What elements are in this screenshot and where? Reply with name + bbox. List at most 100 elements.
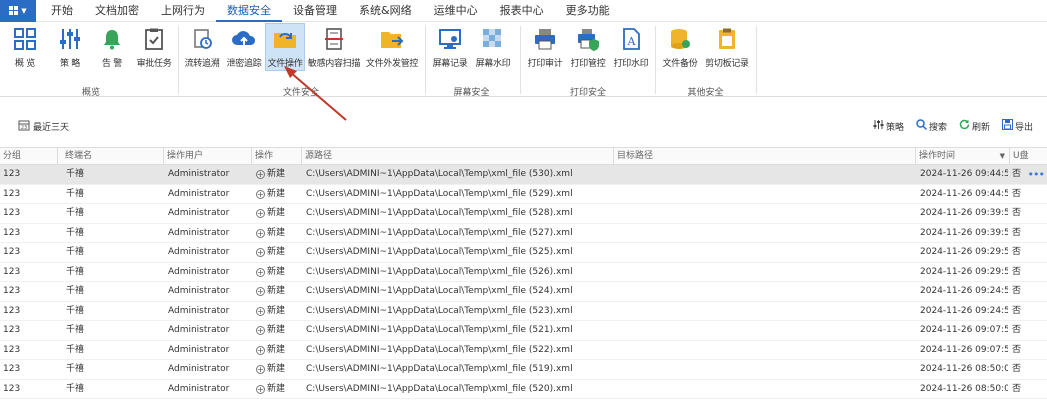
- table-row[interactable]: 123 千禧 Administrator + 新建 C:\Users\ADMINI~1\A…: [0, 185, 1047, 204]
- table-cell: Administrator: [168, 227, 230, 238]
- table-cell: [618, 341, 914, 360]
- table-row[interactable]: 123 千禧 Administrator + 新建 C:\Users\ADMINI~1\A…: [0, 380, 1047, 399]
- table-cell: 2024-11-26 08:50:06: [920, 383, 1008, 394]
- table-cell: 2024-11-26 08:50:06: [920, 364, 1008, 374]
- operation-label: 新建: [267, 188, 286, 199]
- table-cell: C:\Users\ADMINI~1\AppData\Local\Temp\xml…: [306, 383, 573, 394]
- table-cell: [618, 243, 914, 262]
- table-cell-operation: + 新建: [256, 360, 302, 379]
- column-header-operation[interactable]: 操作: [252, 148, 302, 165]
- column-header-usb[interactable]: U盘: [1010, 148, 1047, 165]
- table-cell: 123: [3, 344, 21, 355]
- table-header: 分组 终端名 操作用户 操作 源路径 目标路径 操作时间 ▼ U盘: [0, 147, 1047, 165]
- table-row[interactable]: 123 千禧 Administrator + 新建 C:\Users\ADMINI~1\A…: [0, 282, 1047, 302]
- table-cell: Administrator: [168, 305, 230, 316]
- refresh-label: 刷新: [971, 122, 990, 133]
- operation-label: 新建: [267, 266, 286, 277]
- table-cell: 123: [3, 227, 21, 238]
- plus-circle-icon: +: [256, 384, 265, 394]
- date-range-label: 最近三天: [33, 122, 70, 133]
- table-cell: 123: [3, 247, 21, 257]
- plus-circle-icon: +: [256, 267, 265, 277]
- table-row[interactable]: 123 千禧 Administrator + 新建 C:\Users\ADMINI~1\A…: [0, 243, 1047, 263]
- search-icon: [916, 119, 927, 133]
- table-cell: 千禧: [66, 344, 85, 355]
- table-cell: 千禧: [66, 169, 85, 179]
- table-cell: 2024-11-26 09:29:59: [920, 266, 1008, 277]
- table-cell: 2024-11-26 09:07:59: [920, 344, 1008, 355]
- table-cell-operation: + 新建: [256, 224, 302, 243]
- table-cell: 123: [3, 188, 21, 199]
- plus-circle-icon: +: [256, 326, 265, 335]
- table-cell: Administrator: [168, 344, 230, 355]
- calendar-icon: 23: [18, 119, 30, 134]
- date-range-button[interactable]: 23 最近三天: [18, 119, 69, 134]
- table-cell: 否: [1012, 364, 1022, 374]
- table-cell: 2024-11-26 09:44:59: [920, 169, 1008, 179]
- plus-circle-icon: +: [256, 287, 265, 296]
- column-header-source-path[interactable]: 源路径: [302, 148, 614, 165]
- table-cell-operation: + 新建: [256, 282, 302, 301]
- table-cell: 千禧: [66, 266, 85, 277]
- column-header-group[interactable]: 分组: [0, 148, 58, 165]
- table-cell: 123: [3, 305, 21, 316]
- search-label: 搜索: [928, 122, 947, 133]
- table-row[interactable]: 123 千禧 Administrator + 新建 C:\Users\ADMINI~1\A…: [0, 341, 1047, 360]
- table-cell: 否: [1012, 325, 1022, 335]
- plus-circle-icon: +: [256, 248, 265, 257]
- table-cell: 千禧: [66, 364, 85, 374]
- table-cell-operation: + 新建: [256, 243, 302, 262]
- table-cell: 2024-11-26 09:24:59: [920, 286, 1008, 296]
- table-cell: C:\Users\ADMINI~1\AppData\Local\Temp\xml…: [306, 266, 573, 277]
- operation-label: 新建: [267, 169, 286, 179]
- table-cell: [618, 263, 914, 282]
- table-cell: 否: [1012, 188, 1022, 199]
- table-cell: 千禧: [66, 383, 85, 394]
- plus-circle-icon: +: [256, 189, 265, 199]
- table-cell: 2024-11-26 09:07:59: [920, 325, 1008, 335]
- search-button[interactable]: 搜索: [916, 119, 947, 133]
- table-cell: C:\Users\ADMINI~1\AppData\Local\Temp\xml…: [306, 188, 573, 199]
- operation-label: 新建: [267, 286, 286, 296]
- table-row[interactable]: 123 千禧 Administrator + 新建 C:\Users\ADMINI~1\A…: [0, 302, 1047, 321]
- table-cell: C:\Users\ADMINI~1\AppData\Local\Temp\xml…: [306, 364, 573, 374]
- refresh-button[interactable]: 刷新: [959, 119, 990, 133]
- table-cell: Administrator: [168, 383, 230, 394]
- table-body: 123 千禧 Administrator + 新建 C:\Users\ADMINI~1\A…: [0, 165, 1047, 399]
- table-cell: [618, 165, 914, 184]
- column-header-target-path[interactable]: 目标路径: [614, 148, 916, 165]
- operation-label: 新建: [267, 227, 286, 238]
- table-cell: 否: [1012, 383, 1022, 394]
- data-table: 分组 终端名 操作用户 操作 源路径 目标路径 操作时间 ▼ U盘 123 千禧 Ad…: [0, 147, 1047, 399]
- export-button[interactable]: 导出: [1001, 119, 1033, 133]
- strategy-label: 策略: [885, 122, 904, 133]
- column-header-time[interactable]: 操作时间 ▼: [916, 148, 1010, 165]
- table-cell: Administrator: [168, 266, 230, 277]
- table-cell: 千禧: [66, 227, 85, 238]
- more-options-icon[interactable]: •••: [1028, 165, 1045, 184]
- table-row[interactable]: 123 千禧 Administrator + 新建 C:\Users\ADMINI~1\A…: [0, 204, 1047, 224]
- table-row[interactable]: 123 千禧 Administrator + 新建 C:\Users\ADMINI~1\A…: [0, 224, 1047, 243]
- table-cell: [618, 185, 914, 204]
- table-row[interactable]: 123 千禧 Administrator + 新建 C:\Users\ADMINI~1\A…: [0, 360, 1047, 380]
- table-cell: 2024-11-26 09:39:59: [920, 208, 1008, 218]
- table-cell: Administrator: [168, 169, 230, 179]
- table-cell: C:\Users\ADMINI~1\AppData\Local\Temp\xml…: [306, 305, 573, 316]
- table-cell-operation: + 新建: [256, 263, 302, 282]
- column-header-terminal[interactable]: 终端名: [62, 148, 164, 165]
- table-cell: 2024-11-26 09:29:59: [920, 247, 1008, 257]
- table-cell: 否: [1012, 208, 1022, 218]
- column-header-user[interactable]: 操作用户: [164, 148, 252, 165]
- table-cell: C:\Users\ADMINI~1\AppData\Local\Temp\xml…: [306, 286, 573, 296]
- table-cell: 2024-11-26 09:44:59: [920, 188, 1008, 199]
- table-row[interactable]: 123 千禧 Administrator + 新建 C:\Users\ADMINI~1\A…: [0, 165, 1047, 185]
- table-cell: 2024-11-26 09:24:59: [920, 305, 1008, 316]
- strategy-button[interactable]: 策略: [873, 119, 904, 133]
- table-row[interactable]: 123 千禧 Administrator + 新建 C:\Users\ADMINI~1\A…: [0, 321, 1047, 341]
- plus-circle-icon: +: [256, 365, 265, 374]
- table-cell: [618, 321, 914, 340]
- table-cell: 千禧: [66, 188, 85, 199]
- table-row[interactable]: 123 千禧 Administrator + 新建 C:\Users\ADMINI~1\A…: [0, 263, 1047, 282]
- table-cell: 否: [1012, 305, 1022, 316]
- table-cell: 123: [3, 286, 21, 296]
